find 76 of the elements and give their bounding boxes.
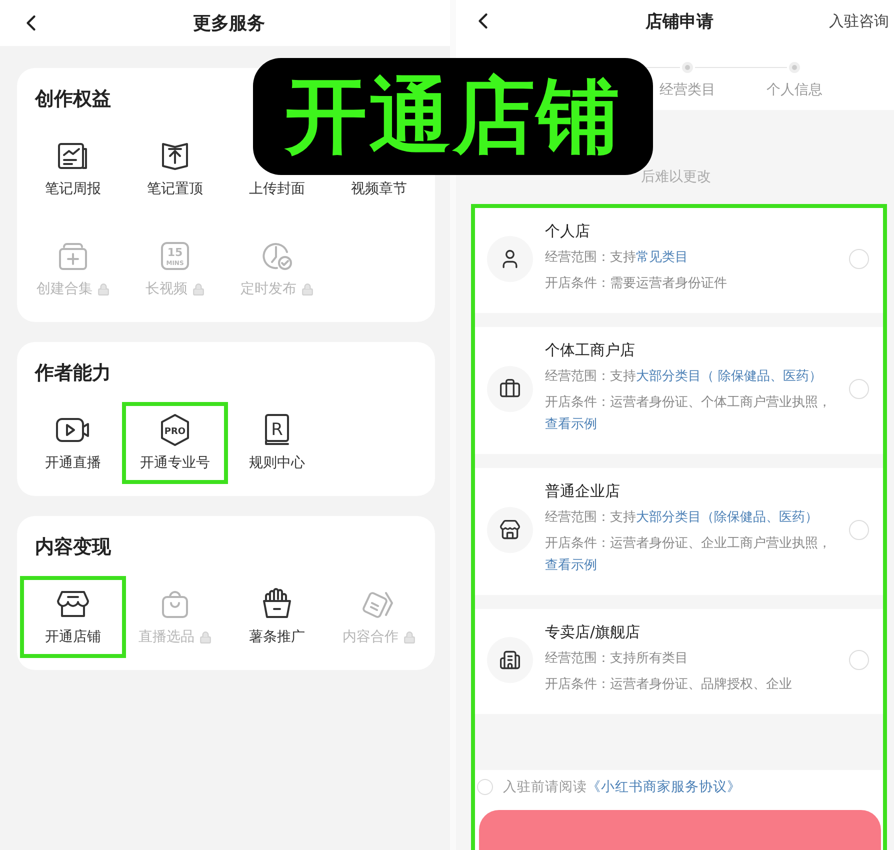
consult-button[interactable]: 入驻咨询 (829, 12, 889, 30)
shop-type-card[interactable]: 个体工商户店 经营范围：支持大部分类目（ 除保健品、医药） 开店条件：运营者身份证、个体工商户营业执照， 查看示例 (475, 327, 883, 454)
service-label[interactable]: 视频章节 (351, 180, 407, 198)
building-icon (499, 648, 521, 670)
example-link[interactable]: 查看示例 (545, 558, 597, 573)
section-title: 内容变现 (34, 535, 112, 560)
shop-type-card[interactable]: 专卖店/旗舰店 经营范围：支持所有类目 开店条件：运营者身份证、品牌授权、企业 (475, 609, 883, 714)
lock-icon (402, 630, 416, 644)
service-label: 长视频 (146, 280, 188, 298)
lock-icon (96, 282, 110, 296)
shop-type-card[interactable]: 普通企业店 经营范围：支持大部分类目（除保健品、医药） 开店条件：运营者身份证、企业工商户营业执照， 查看示例 (475, 468, 883, 595)
condition-text: 开店条件：运营者身份证、个体工商户营业执照， 查看示例 (545, 394, 832, 434)
notice-text: 后难以更改 (641, 168, 711, 186)
service-label: 创建合集 (36, 280, 92, 298)
service-label: 薯条推广 (249, 628, 305, 646)
service-label: 笔记置顶 (147, 180, 203, 198)
banner-text: 开通店铺 (285, 68, 621, 166)
pin-icon (160, 140, 190, 172)
highlighted-service-item[interactable]: 开通店铺 (22, 578, 124, 656)
service-item[interactable]: 薯条推广 (226, 578, 328, 656)
step-dot (682, 62, 693, 73)
fries-icon (261, 587, 293, 621)
service-label: 开通直播 (45, 454, 101, 472)
agreement-link[interactable]: 《小红书商家服务协议》 (587, 779, 741, 795)
agreement-text: 入驻前请阅读《小红书商家服务协议》 (503, 778, 741, 796)
service-label: 开通专业号 (140, 454, 210, 472)
briefcase-icon (499, 378, 521, 400)
service-item[interactable]: 开通直播 (22, 404, 124, 482)
service-label: 笔记周报 (45, 180, 101, 198)
scope-text: 经营范围：支持常见类目 (545, 249, 689, 267)
lock-icon (300, 282, 314, 296)
add-collection-icon (57, 240, 89, 272)
condition-text: 开店条件：需要运营者身份证件 (545, 275, 728, 293)
store-icon (499, 518, 521, 540)
step-dot (789, 62, 800, 73)
store-icon (56, 588, 90, 620)
scope-text: 经营范围：支持大部分类目（除保健品、医药） (545, 509, 819, 527)
shop-type-name: 专卖店/旗舰店 (545, 623, 642, 642)
condition-text: 开店条件：运营者身份证、品牌授权、企业 (545, 676, 793, 694)
condition-text: 开店条件：运营者身份证、企业工商户营业执照， 查看示例 (545, 535, 832, 575)
highlighted-service-item[interactable]: PRO 开通专业号 (124, 404, 226, 482)
bag-icon (160, 588, 190, 620)
service-label: 内容合作 (342, 628, 398, 646)
service-item[interactable]: 笔记置顶 (124, 130, 226, 208)
agreement-checkbox[interactable] (477, 779, 493, 795)
shop-type-name: 个人店 (545, 222, 591, 241)
scope-text: 经营范围：支持所有类目 (545, 650, 689, 668)
clock-icon (261, 240, 293, 272)
lock-icon (198, 630, 212, 644)
lock-icon (192, 282, 204, 296)
service-label: 规则中心 (249, 454, 305, 472)
next-button[interactable] (479, 810, 881, 850)
service-item[interactable]: 笔记周报 (22, 130, 124, 208)
report-icon (56, 140, 90, 172)
radio-button[interactable] (849, 650, 869, 670)
shop-type-name: 个体工商户店 (545, 341, 636, 360)
service-item[interactable]: R 规则中心 (226, 404, 328, 482)
service-label: 直播选品 (138, 628, 194, 646)
step-label: 个人信息 (766, 81, 822, 99)
shop-type-name: 普通企业店 (545, 482, 621, 501)
radio-button[interactable] (849, 378, 869, 398)
service-label[interactable]: 上传封面 (249, 180, 305, 198)
radio-button[interactable] (849, 520, 869, 540)
page-title: 更多服务 (193, 12, 265, 35)
section-title: 作者能力 (34, 361, 112, 386)
scope-text: 经营范围：支持大部分类目（ 除保健品、医药） (545, 368, 824, 386)
step-label: 经营类目 (660, 81, 716, 99)
radio-button[interactable] (849, 248, 869, 268)
service-label: 开通店铺 (45, 628, 101, 646)
page-title: 店铺申请 (646, 10, 714, 32)
section-title: 创作权益 (34, 87, 112, 112)
service-label: 定时发布 (240, 280, 296, 298)
example-link[interactable]: 查看示例 (545, 417, 597, 432)
video-icon (55, 416, 91, 444)
shop-type-card[interactable]: 个人店 经营范围：支持常见类目 开店条件：需要运营者身份证件 (475, 208, 883, 313)
pro-icon: PRO (159, 413, 191, 447)
